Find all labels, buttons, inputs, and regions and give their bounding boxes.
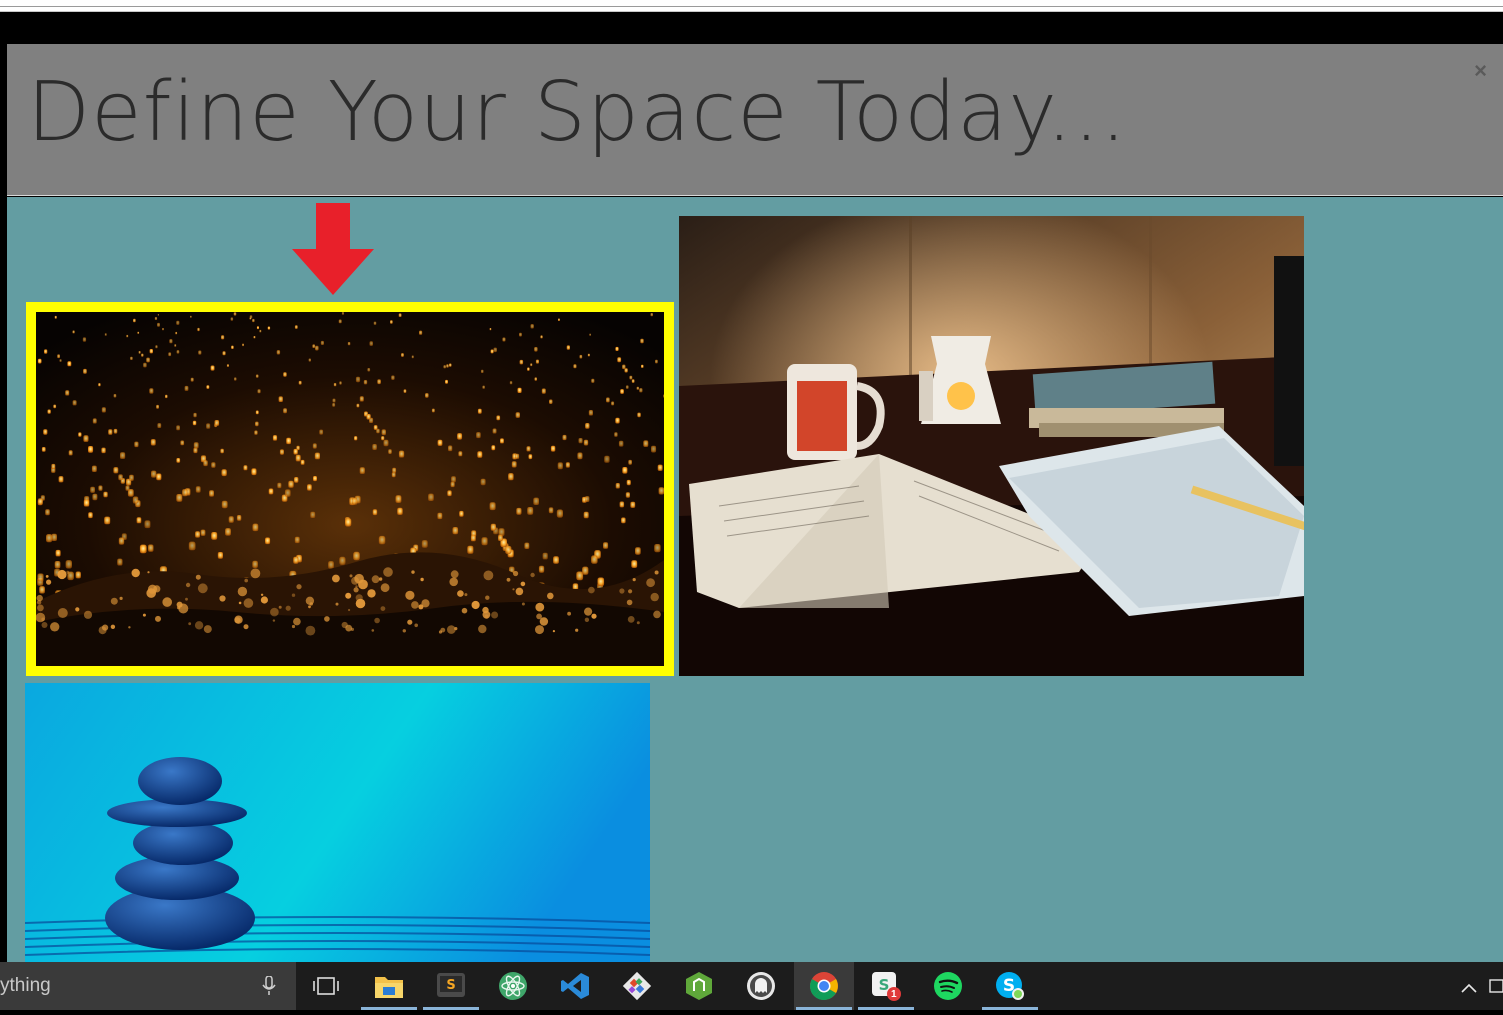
sublime-text-icon[interactable]: S xyxy=(421,962,481,1010)
zen-stones-photo[interactable] xyxy=(25,683,650,962)
desk-image-svg xyxy=(679,216,1304,676)
modal-title: Define Your Space Today... xyxy=(27,65,1128,160)
down-arrow-icon xyxy=(292,203,374,295)
modal-body xyxy=(7,197,1503,962)
tray-icons[interactable] xyxy=(1458,962,1503,1010)
atom-icon[interactable] xyxy=(483,962,543,1010)
system-tray xyxy=(1458,962,1503,1010)
browser-top-strip xyxy=(0,0,1503,12)
visual-studio-code-icon[interactable] xyxy=(545,962,605,1010)
desk-notebooks-photo[interactable] xyxy=(679,216,1304,676)
zen-image-svg xyxy=(25,683,650,962)
spotify-icon[interactable] xyxy=(918,962,978,1010)
chevron-up-icon xyxy=(1461,983,1477,993)
overlay-left-edge xyxy=(0,44,7,962)
ghost-icon[interactable] xyxy=(731,962,791,1010)
slack-badge: 1 xyxy=(891,989,897,1000)
close-button[interactable]: × xyxy=(1474,58,1487,84)
microphone-icon[interactable] xyxy=(262,976,276,996)
search-text: ything xyxy=(0,975,51,996)
modal-header: Define Your Space Today... × xyxy=(7,44,1503,196)
svg-text:S: S xyxy=(446,978,455,993)
cortana-search-box[interactable]: ything xyxy=(0,962,296,1010)
slack-icon[interactable]: S 1 xyxy=(856,962,916,1010)
selection-highlight xyxy=(26,302,674,676)
network-icon xyxy=(1489,979,1503,993)
git-icon[interactable] xyxy=(607,962,667,1010)
task-view-icon[interactable] xyxy=(296,962,356,1010)
chrome-icon[interactable] xyxy=(794,962,854,1010)
windows-taskbar: ything S S 1 S xyxy=(0,962,1503,1010)
overlay-backdrop xyxy=(0,12,1503,44)
node-icon[interactable] xyxy=(669,962,729,1010)
file-explorer-icon[interactable] xyxy=(359,962,419,1010)
skype-icon[interactable]: S xyxy=(980,962,1040,1010)
